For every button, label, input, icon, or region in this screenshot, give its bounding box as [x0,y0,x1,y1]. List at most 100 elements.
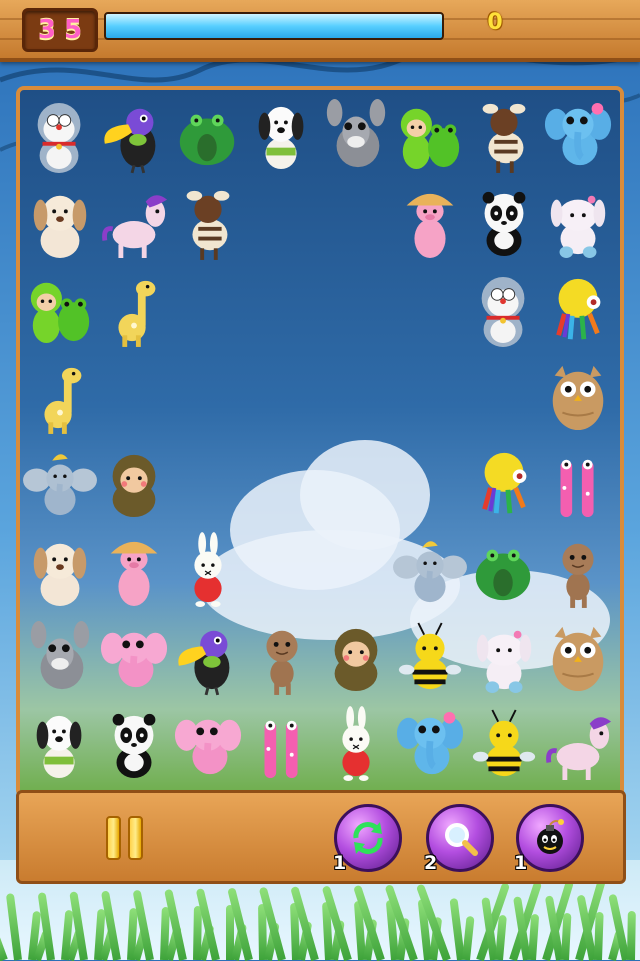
tile-panda[interactable] [98,703,170,787]
score-counter: 0 [470,10,520,35]
tile-dumbo[interactable] [394,529,466,613]
tile-doraemon[interactable] [468,268,540,352]
magnifier-icon [440,818,480,858]
snoopy-dog-icon [247,96,317,176]
tile-pink-giraffe[interactable] [246,703,318,787]
tile-monkey[interactable] [98,442,170,526]
grass-blade [594,912,604,960]
tile-owl[interactable] [542,355,614,439]
doraemon-icon [469,270,539,350]
pink-elephant-icon [99,618,169,698]
tile-toucan[interactable] [172,616,244,700]
bomb-icon [530,818,570,858]
doraemon-icon [25,96,95,176]
miffy-icon [173,531,243,611]
pause-button[interactable] [104,816,148,862]
owl-icon [543,618,613,698]
tile-dumbo[interactable] [24,442,96,526]
pink-giraffe-icon [543,444,613,524]
grass-blade [0,930,8,961]
tile-pony[interactable] [98,181,170,265]
timer-bar [104,12,444,40]
frog-kid-icon [25,270,95,350]
tile-blue-elephant[interactable] [394,703,466,787]
octopus-icon [469,444,539,524]
blue-elephant-icon [395,705,465,785]
tile-green-frog[interactable] [172,94,244,178]
tile-mushroom-pig[interactable] [98,529,170,613]
snoopy-dog-icon [25,705,95,785]
pause-icon [128,816,143,860]
tile-green-frog[interactable] [468,529,540,613]
tile-pink-giraffe[interactable] [542,442,614,526]
sackboy-icon [247,618,317,698]
tile-grey-donkey[interactable] [24,616,96,700]
tile-grey-donkey[interactable] [320,94,392,178]
tile-toucan[interactable] [98,94,170,178]
tile-bee[interactable] [468,703,540,787]
tile-snoopy-dog[interactable] [246,94,318,178]
panda-icon [469,183,539,263]
mushroom-pig-icon [99,531,169,611]
sackboy-icon [543,531,613,611]
tile-bee[interactable] [394,616,466,700]
tile-octopus[interactable] [542,268,614,352]
shuffle-count: 1 [333,852,346,874]
game-board [16,86,624,798]
level-number: 35 [30,15,90,45]
tile-snoopy-dog[interactable] [24,703,96,787]
pony-icon [543,705,613,785]
monkey-icon [99,444,169,524]
tile-doraemon[interactable] [24,94,96,178]
tile-frog-kid[interactable] [394,94,466,178]
bee-icon [395,618,465,698]
tile-sackboy[interactable] [542,529,614,613]
tile-pink-elephant[interactable] [172,703,244,787]
tile-monkey[interactable] [320,616,392,700]
tile-puppy[interactable] [24,529,96,613]
tile-pink-elephant[interactable] [98,616,170,700]
tile-zebra[interactable] [172,181,244,265]
tile-frog-kid[interactable] [24,268,96,352]
grass-blade [528,914,539,960]
grass-blade [6,893,22,960]
giraffe-icon [99,270,169,350]
green-frog-icon [469,531,539,611]
tile-owl[interactable] [542,616,614,700]
tile-blue-elephant[interactable] [542,94,614,178]
pause-icon [106,816,121,860]
tile-octopus[interactable] [468,442,540,526]
mushroom-pig-icon [395,183,465,263]
puppy-icon [25,183,95,263]
tile-panda[interactable] [468,181,540,265]
owl-icon [543,357,613,437]
monkey-icon [321,618,391,698]
tile-giraffe[interactable] [24,355,96,439]
tile-sackboy[interactable] [246,616,318,700]
tile-mushroom-pig[interactable] [394,181,466,265]
bee-icon [469,705,539,785]
tile-white-bunny[interactable] [468,616,540,700]
grey-donkey-icon [321,96,391,176]
grass-blade [627,911,636,960]
level-plate: 35 [22,8,98,52]
frog-kid-icon [395,96,465,176]
white-bunny-icon [543,183,613,263]
shuffle-icon [348,818,388,858]
tile-miffy[interactable] [320,703,392,787]
tile-giraffe[interactable] [98,268,170,352]
tile-white-bunny[interactable] [542,181,614,265]
pink-elephant-icon [173,705,243,785]
green-frog-icon [173,96,243,176]
tile-miffy[interactable] [172,529,244,613]
tile-zebra[interactable] [468,94,540,178]
tile-pony[interactable] [542,703,614,787]
grey-donkey-icon [25,618,95,698]
tile-puppy[interactable] [24,181,96,265]
pony-icon [99,183,169,263]
blue-elephant-icon [543,96,613,176]
zebra-icon [173,183,243,263]
octopus-icon [543,270,613,350]
toucan-icon [173,618,243,698]
giraffe-icon [25,357,95,437]
